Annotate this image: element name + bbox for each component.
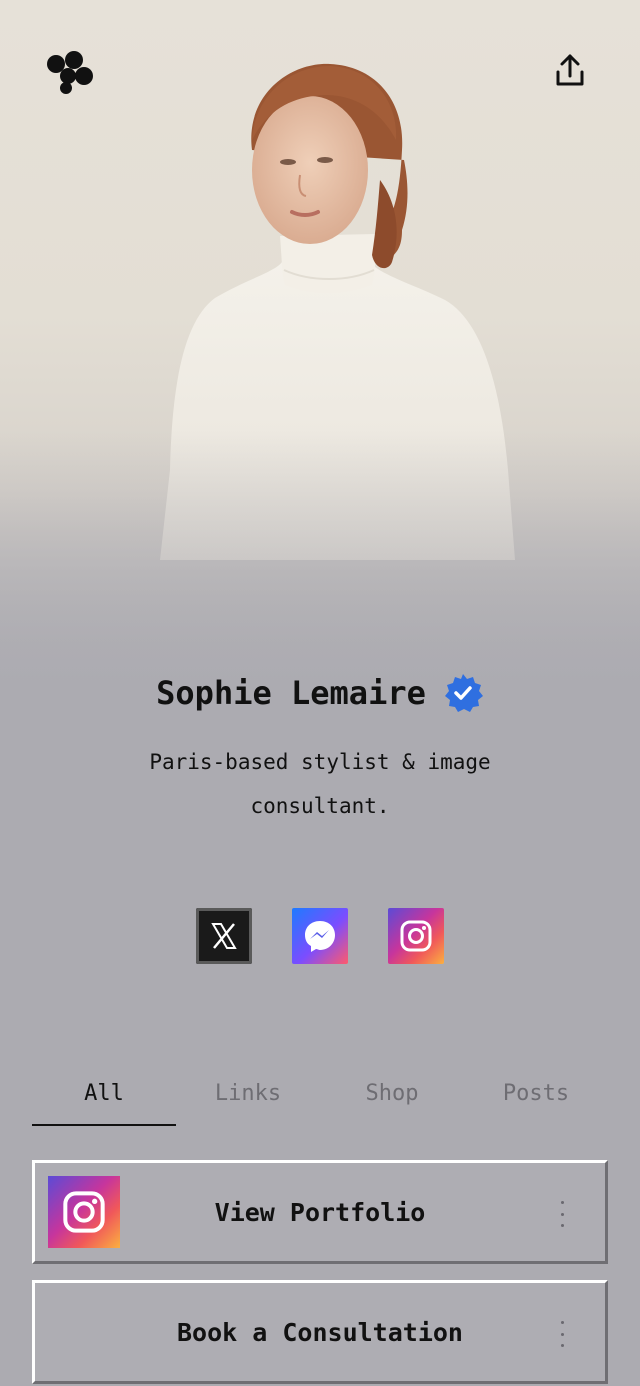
social-links xyxy=(0,908,640,964)
content-tabs: All Links Shop Posts xyxy=(32,1060,608,1126)
instagram-icon xyxy=(48,1176,120,1248)
profile-bio: Paris-based stylist & image consultant. xyxy=(149,750,491,818)
link-label: View Portfolio xyxy=(214,1197,426,1227)
portrait-image xyxy=(0,63,640,700)
profile-name: Sophie Lemaire xyxy=(156,674,426,712)
link-book-consultation[interactable]: Book a Consultation xyxy=(32,1280,608,1384)
linktree-blob-icon[interactable] xyxy=(44,50,98,94)
verified-badge-icon xyxy=(444,674,483,712)
tab-posts[interactable]: Posts xyxy=(464,1060,608,1126)
more-options-icon[interactable] xyxy=(559,1201,565,1227)
messenger-icon[interactable] xyxy=(292,908,348,964)
link-view-portfolio[interactable]: View Portfolio xyxy=(32,1160,608,1264)
instagram-icon[interactable] xyxy=(388,908,444,964)
share-upload-icon[interactable] xyxy=(550,50,590,90)
profile-name-row: Sophie Lemaire xyxy=(0,672,640,714)
more-options-icon[interactable] xyxy=(559,1321,565,1347)
link-label: Book a Consultation xyxy=(177,1317,463,1347)
hero-photo xyxy=(0,0,640,700)
tab-links[interactable]: Links xyxy=(176,1060,320,1126)
x-icon[interactable] xyxy=(196,908,252,964)
tab-all[interactable]: All xyxy=(32,1060,176,1126)
tab-shop[interactable]: Shop xyxy=(320,1060,464,1126)
